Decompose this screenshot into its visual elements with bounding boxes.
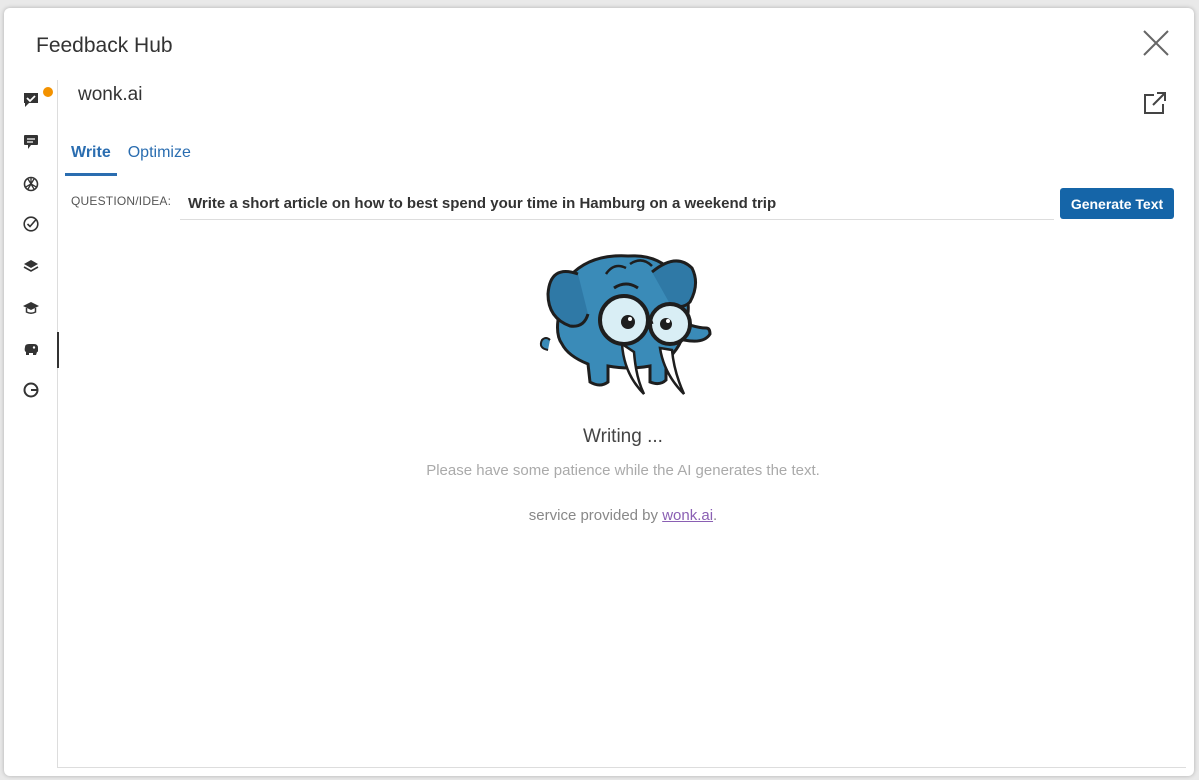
- tab-write[interactable]: Write: [65, 138, 117, 176]
- sidebar-item-layers[interactable]: [4, 248, 58, 284]
- app-name: wonk.ai: [78, 84, 143, 105]
- sidebar-item-feedback[interactable]: [4, 82, 58, 118]
- sidebar-item-grammar[interactable]: [4, 372, 58, 408]
- sidebar: [4, 80, 59, 768]
- wonk-link[interactable]: wonk.ai: [662, 507, 713, 524]
- check-circle-icon: [23, 216, 39, 232]
- content-bottom-divider: [58, 767, 1186, 768]
- layers-icon: [23, 260, 39, 272]
- feedback-hub-dialog: Feedback Hub wonk.ai Write Optimize QUES…: [4, 8, 1194, 776]
- openai-icon: [23, 176, 39, 192]
- external-link-icon: [1144, 92, 1166, 114]
- sidebar-item-openai[interactable]: [4, 166, 58, 202]
- grammar-g-icon: [23, 382, 39, 398]
- writing-status: Writing ...: [583, 426, 663, 447]
- close-button[interactable]: [1141, 28, 1171, 58]
- chat-bubble-icon: [24, 135, 38, 149]
- graduation-cap-icon: [23, 302, 39, 314]
- close-icon: [1143, 30, 1169, 56]
- sidebar-item-check[interactable]: [4, 206, 58, 242]
- notification-dot: [43, 87, 53, 97]
- patience-message: Please have some patience while the AI g…: [426, 462, 820, 479]
- sidebar-item-wonk[interactable]: [4, 332, 59, 368]
- open-external-button[interactable]: [1142, 90, 1168, 116]
- mammoth-mascot-image: [539, 254, 712, 395]
- feedback-check-icon: [24, 93, 38, 107]
- service-suffix: .: [713, 507, 718, 524]
- tab-optimize[interactable]: Optimize: [122, 138, 197, 176]
- mammoth-icon: [24, 344, 38, 355]
- question-input[interactable]: [180, 188, 1054, 220]
- sidebar-item-chat[interactable]: [4, 124, 58, 160]
- service-prefix: service provided by: [528, 507, 663, 524]
- service-credit: service provided by wonk.ai.: [4, 507, 1199, 524]
- generate-text-button[interactable]: Generate Text: [1060, 188, 1174, 219]
- question-label: QUESTION/IDEA:: [71, 194, 172, 208]
- sidebar-item-education[interactable]: [4, 290, 58, 326]
- dialog-title: Feedback Hub: [36, 34, 173, 57]
- tab-bar: Write Optimize: [65, 138, 202, 178]
